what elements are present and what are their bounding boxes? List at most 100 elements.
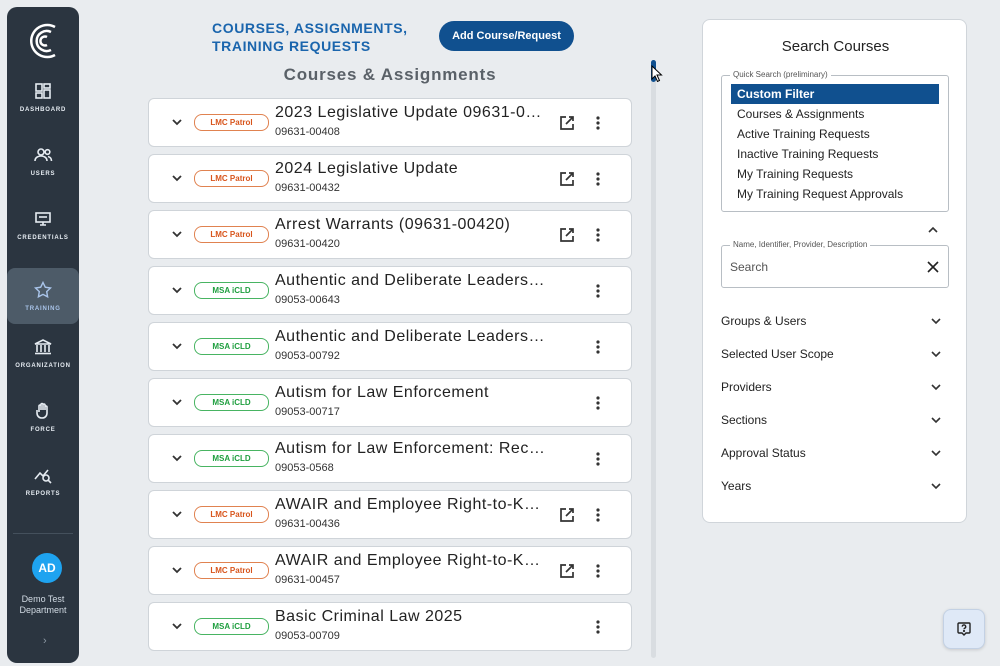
sidebar-item-credentials[interactable]: CREDENTIALS: [7, 197, 79, 253]
course-card[interactable]: MSA iCLD Authentic and Deliberate Leaders…: [148, 266, 632, 315]
sidebar-item-training[interactable]: TRAINING: [7, 268, 79, 324]
course-id: 09631-00436: [275, 518, 340, 530]
course-card[interactable]: LMC Patrol 2024 Legislative Update 09631-0…: [148, 154, 632, 203]
sidebar-item-reports[interactable]: REPORTS: [7, 453, 79, 509]
filter-label: Years: [721, 479, 752, 493]
search-legend: Name, Identifier, Provider, Description: [730, 240, 871, 249]
more-options-icon[interactable]: [589, 618, 607, 636]
external-link-icon[interactable]: [558, 562, 576, 580]
course-name: Authentic and Deliberate Leadership: [275, 328, 547, 345]
sidebar-item-organization[interactable]: ORGANIZATION: [7, 325, 79, 381]
filter-providers[interactable]: Providers: [721, 376, 943, 398]
users-icon: [34, 148, 53, 162]
more-options-icon[interactable]: [589, 450, 607, 468]
app-logo[interactable]: [24, 17, 62, 65]
more-options-icon[interactable]: [589, 170, 607, 188]
chevron-down-icon[interactable]: [169, 394, 185, 410]
chevron-up-icon[interactable]: [926, 223, 940, 237]
chevron-down-icon[interactable]: [169, 506, 185, 522]
dashboard-icon: [35, 83, 51, 99]
sidebar-item-users[interactable]: USERS: [7, 133, 79, 189]
search-field: Name, Identifier, Provider, Description: [721, 240, 949, 288]
quick-search-option-courses-assignments[interactable]: Courses & Assignments: [731, 104, 939, 124]
quick-search-option-my-approvals[interactable]: My Training Request Approvals: [731, 184, 939, 204]
close-icon[interactable]: [925, 259, 941, 275]
provider-tag: LMC Patrol: [194, 170, 269, 187]
filter-years[interactable]: Years: [721, 475, 943, 497]
more-options-icon[interactable]: [589, 394, 607, 412]
quick-search-option-custom-filter[interactable]: Custom Filter: [731, 84, 939, 104]
chevron-down-icon: [931, 318, 941, 325]
chevron-down-icon[interactable]: [169, 338, 185, 354]
quick-search-option-active-requests[interactable]: Active Training Requests: [731, 124, 939, 144]
chevron-right-icon[interactable]: ›: [43, 635, 47, 647]
avatar[interactable]: AD: [32, 553, 62, 583]
organization-icon: [34, 339, 52, 355]
search-input[interactable]: [730, 258, 920, 276]
scrollbar-track[interactable]: [651, 60, 656, 658]
course-card[interactable]: LMC Patrol 2023 Legislative Update 09631-…: [148, 98, 632, 147]
course-card[interactable]: LMC Patrol AWAIR and Employee Right-to-Kn…: [148, 490, 632, 539]
filter-label: Approval Status: [721, 446, 806, 460]
course-card[interactable]: LMC Patrol AWAIR and Employee Right-to-Kn…: [148, 546, 632, 595]
sidebar-item-force[interactable]: FORCE: [7, 389, 79, 445]
course-card[interactable]: MSA iCLD Basic Criminal Law 2025 09053-007…: [148, 602, 632, 651]
sidebar-item-dashboard[interactable]: DASHBOARD: [7, 69, 79, 125]
more-options-icon[interactable]: [589, 282, 607, 300]
filter-selected-user-scope[interactable]: Selected User Scope: [721, 343, 943, 365]
course-id: 09053-00717: [275, 406, 340, 418]
list-title: Courses & Assignments: [283, 65, 497, 84]
filter-groups-users[interactable]: Groups & Users: [721, 310, 943, 332]
provider-tag: MSA iCLD: [194, 338, 269, 355]
provider-tag: MSA iCLD: [194, 282, 269, 299]
external-link-icon[interactable]: [558, 114, 576, 132]
filter-approval-status[interactable]: Approval Status: [721, 442, 943, 464]
chevron-down-icon[interactable]: [169, 226, 185, 242]
department-name: Demo Test Department: [19, 594, 67, 615]
course-name: Basic Criminal Law 2025: [275, 608, 463, 625]
course-card[interactable]: LMC Patrol Arrest Warrants (09631-00420) 0…: [148, 210, 632, 259]
course-card[interactable]: MSA iCLD Autism for Law Enforcement 09053-…: [148, 378, 632, 427]
chevron-down-icon[interactable]: [169, 618, 185, 634]
course-name: 2024 Legislative Update: [275, 160, 459, 177]
course-id: 09631-00432: [275, 182, 340, 194]
sidebar-item-label: FORCE: [30, 427, 56, 433]
quick-search-option-inactive-requests[interactable]: Inactive Training Requests: [731, 144, 939, 164]
more-options-icon[interactable]: [589, 226, 607, 244]
external-link-icon[interactable]: [558, 170, 576, 188]
chevron-down-icon[interactable]: [169, 562, 185, 578]
provider-tag: LMC Patrol: [194, 506, 269, 523]
chevron-down-icon[interactable]: [169, 114, 185, 130]
sidebar-item-label: TRAINING: [25, 306, 61, 312]
course-id: 09053-00709: [275, 630, 340, 642]
course-name: Autism for Law Enforcement: [275, 384, 489, 401]
filter-sections[interactable]: Sections: [721, 409, 943, 431]
provider-tag: MSA iCLD: [194, 618, 269, 635]
chevron-down-icon[interactable]: [169, 170, 185, 186]
external-link-icon[interactable]: [558, 506, 576, 524]
course-id: 09053-00643: [275, 294, 340, 306]
add-course-request-button[interactable]: Add Course/Request: [439, 21, 574, 51]
help-button[interactable]: [943, 609, 985, 649]
sidebar: DASHBOARD USERS CREDENTIALS TRAINING ORG…: [7, 7, 79, 663]
provider-tag: MSA iCLD: [194, 394, 269, 411]
sidebar-item-label: DASHBOARD: [19, 107, 67, 113]
course-name: Arrest Warrants (09631-00420): [275, 216, 511, 233]
filter-label: Selected User Scope: [721, 347, 834, 361]
more-options-icon[interactable]: [589, 562, 607, 580]
course-card[interactable]: MSA iCLD Authentic and Deliberate Leaders…: [148, 322, 632, 371]
more-options-icon[interactable]: [589, 338, 607, 356]
more-options-icon[interactable]: [589, 114, 607, 132]
chevron-down-icon[interactable]: [169, 450, 185, 466]
sidebar-item-label: ORGANIZATION: [15, 363, 71, 369]
search-courses-panel: Search Courses Quick Search (preliminary…: [702, 19, 967, 523]
course-id: 09631-00420: [275, 238, 340, 250]
course-card[interactable]: MSA iCLD Autism for Law Enforcement: Reco…: [148, 434, 632, 483]
star-icon: [33, 280, 53, 299]
sidebar-item-label: USERS: [30, 171, 56, 177]
provider-tag: LMC Patrol: [194, 114, 269, 131]
chevron-down-icon[interactable]: [169, 282, 185, 298]
external-link-icon[interactable]: [558, 226, 576, 244]
quick-search-option-my-requests[interactable]: My Training Requests: [731, 164, 939, 184]
more-options-icon[interactable]: [589, 506, 607, 524]
